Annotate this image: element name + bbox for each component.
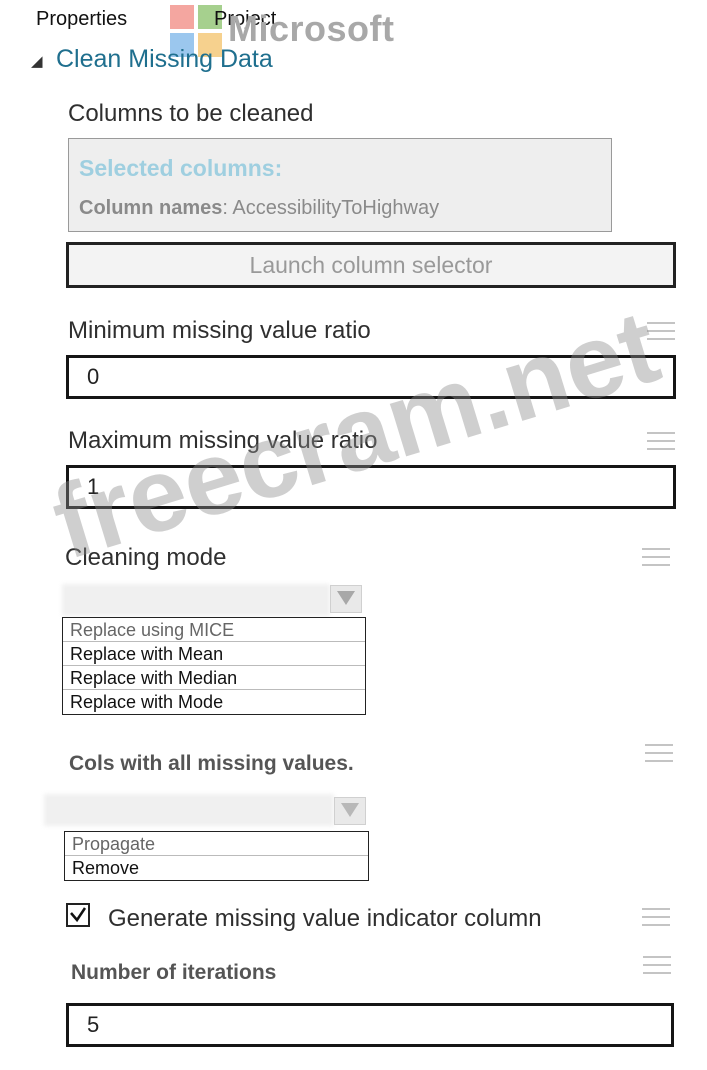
hamburger-icon[interactable]: [647, 432, 675, 452]
option-propagate[interactable]: Propagate: [65, 832, 368, 856]
checkmark-icon: [70, 907, 87, 923]
column-names-value: : AccessibilityToHighway: [222, 197, 440, 219]
columns-label: Columns to be cleaned: [68, 100, 314, 127]
option-replace-mice[interactable]: Replace using MICE: [63, 618, 365, 642]
microsoft-logo-text: Microsoft: [228, 8, 395, 49]
hamburger-icon[interactable]: [643, 956, 671, 976]
cleaning-mode-label: Cleaning mode: [65, 544, 227, 571]
indicator-checkbox[interactable]: [66, 903, 90, 927]
iterations-input[interactable]: 5: [66, 1003, 674, 1047]
iterations-label: Number of iterations: [71, 961, 277, 984]
cols-all-missing-select[interactable]: [44, 794, 334, 826]
column-names-label: Column names: [79, 197, 223, 219]
cleaning-mode-options: Replace using MICE Replace with Mean Rep…: [62, 617, 366, 715]
hamburger-icon[interactable]: [642, 908, 670, 928]
indicator-label: Generate missing value indicator column: [108, 905, 542, 932]
tab-properties[interactable]: Properties: [36, 8, 127, 31]
launch-column-selector-button[interactable]: Launch column selector: [66, 242, 676, 288]
cleaning-mode-select[interactable]: [62, 584, 330, 616]
hamburger-icon[interactable]: [645, 744, 673, 764]
option-replace-mean[interactable]: Replace with Mean: [63, 642, 365, 666]
selected-columns-box: Selected columns: Column names: Accessib…: [68, 138, 612, 232]
option-remove[interactable]: Remove: [65, 856, 368, 880]
selected-columns-heading: Selected columns:: [79, 155, 283, 181]
cols-all-missing-options: Propagate Remove: [64, 831, 369, 881]
max-ratio-label: Maximum missing value ratio: [68, 427, 378, 454]
min-ratio-label: Minimum missing value ratio: [68, 317, 371, 344]
option-replace-mode[interactable]: Replace with Mode: [63, 690, 365, 714]
hamburger-icon[interactable]: [642, 548, 670, 568]
module-title[interactable]: Clean Missing Data: [56, 45, 273, 74]
collapse-caret-icon[interactable]: ◢: [31, 52, 43, 70]
chevron-down-icon[interactable]: [334, 797, 366, 825]
chevron-down-icon[interactable]: [330, 585, 362, 613]
option-replace-median[interactable]: Replace with Median: [63, 666, 365, 690]
column-names-row: Column names: AccessibilityToHighway: [79, 197, 439, 220]
min-ratio-input[interactable]: 0: [66, 355, 676, 399]
max-ratio-input[interactable]: 1: [66, 465, 676, 509]
cols-all-missing-label: Cols with all missing values.: [69, 752, 354, 775]
hamburger-icon[interactable]: [647, 322, 675, 342]
